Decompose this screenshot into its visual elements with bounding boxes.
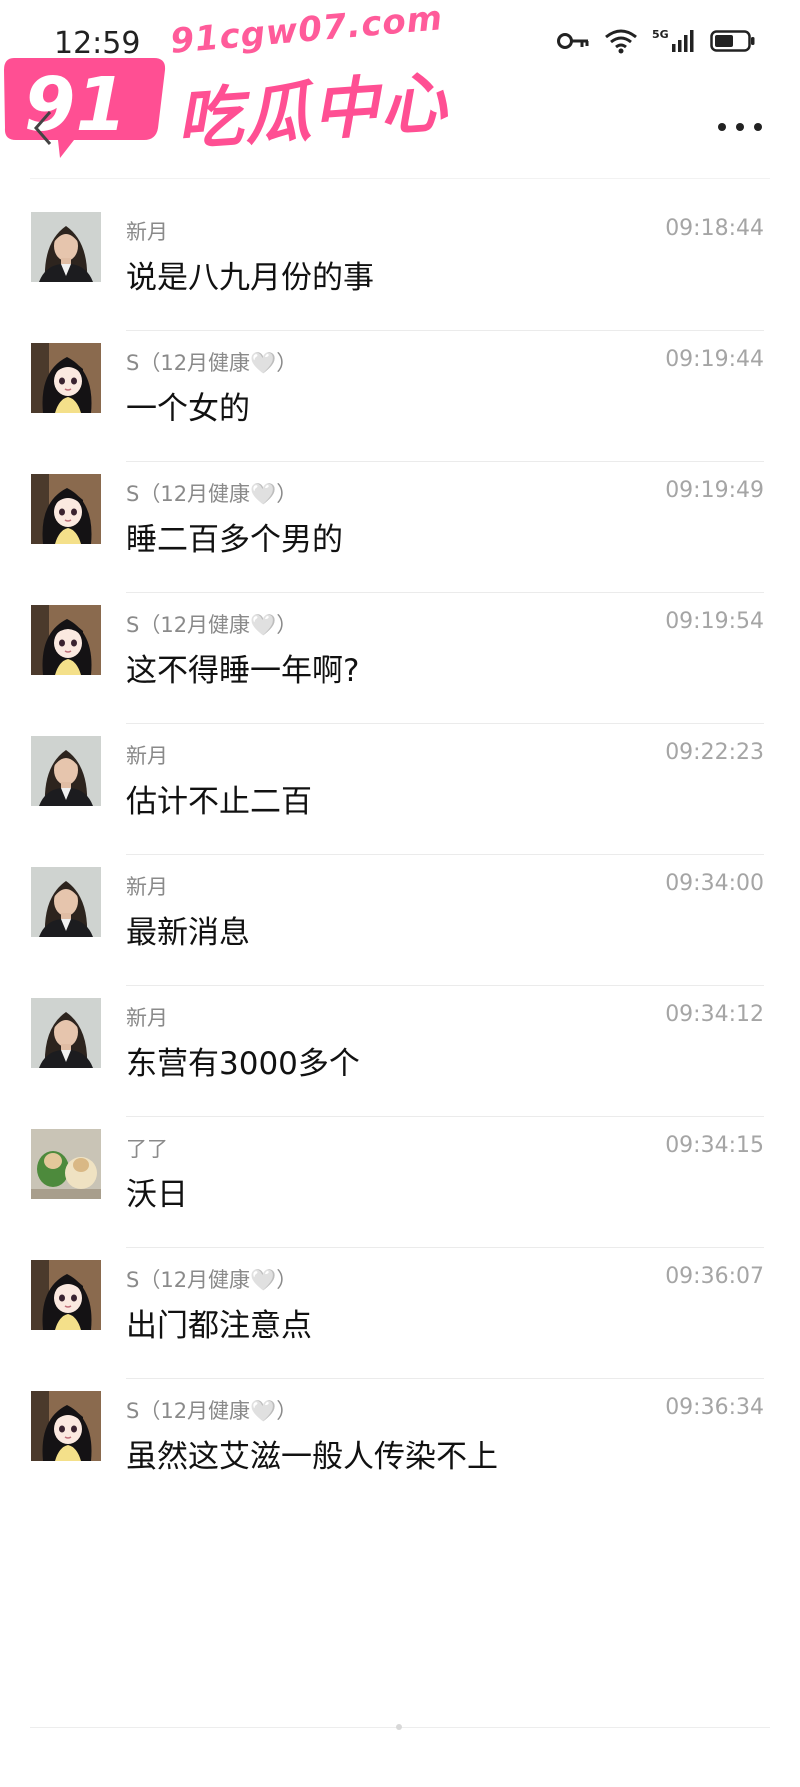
message-divider (126, 592, 764, 593)
message-text: 出门都注意点 (126, 1308, 312, 1344)
sender-name: 新月 (126, 1006, 168, 1030)
message-text: 说是八九月份的事 (126, 260, 374, 296)
message-text: 估计不止二百 (126, 784, 312, 820)
message-time: 09:19:49 (665, 478, 764, 503)
message-time: 09:19:54 (665, 609, 764, 634)
message-item[interactable]: S（12月健康🤍） 09:19:54 这不得睡一年啊? (0, 605, 800, 753)
sender-name: S（12月健康🤍） (126, 613, 298, 637)
message-time: 09:34:00 (665, 871, 764, 896)
message-divider (126, 1116, 764, 1117)
sender-name: S（12月健康🤍） (126, 482, 298, 506)
message-divider (126, 461, 764, 462)
message-text: 虽然这艾滋一般人传染不上 (126, 1439, 498, 1475)
message-item[interactable]: S（12月健康🤍） 09:36:34 虽然这艾滋一般人传染不上 (0, 1391, 800, 1539)
header-divider (30, 178, 770, 179)
message-text: 这不得睡一年啊? (126, 653, 360, 689)
battery-icon (710, 30, 755, 52)
message-divider (126, 985, 764, 986)
more-options-icon[interactable] (716, 120, 764, 134)
status-icons: 5G (556, 28, 756, 54)
sender-name: S（12月健康🤍） (126, 351, 298, 375)
message-divider (126, 854, 764, 855)
message-item[interactable]: 新月 09:34:12 东营有3000多个 (0, 998, 800, 1146)
avatar[interactable] (31, 474, 101, 544)
sender-name: S（12月健康🤍） (126, 1399, 298, 1423)
avatar[interactable] (31, 867, 101, 937)
message-item[interactable]: S（12月健康🤍） 09:36:07 出门都注意点 (0, 1260, 800, 1408)
message-divider (126, 723, 764, 724)
signal-icon: 5G (652, 28, 694, 52)
message-text: 东营有3000多个 (126, 1046, 360, 1082)
message-time: 09:19:44 (665, 347, 764, 372)
avatar[interactable] (31, 605, 101, 675)
sender-name: 新月 (126, 744, 168, 768)
avatar[interactable] (31, 1260, 101, 1330)
network-label: 5G (652, 28, 669, 41)
message-time: 09:34:12 (665, 1002, 764, 1027)
message-item[interactable]: 新月 09:22:23 估计不止二百 (0, 736, 800, 884)
message-text: 一个女的 (126, 391, 250, 427)
message-item[interactable]: S（12月健康🤍） 09:19:44 一个女的 (0, 343, 800, 491)
message-divider (126, 1247, 764, 1248)
sender-name: 新月 (126, 875, 168, 899)
back-icon[interactable] (30, 108, 56, 148)
message-text: 睡二百多个男的 (126, 522, 343, 558)
sender-name: 了了 (126, 1137, 168, 1161)
bottom-dot (396, 1724, 402, 1730)
message-time: 09:36:34 (665, 1395, 764, 1420)
avatar[interactable] (31, 343, 101, 413)
sender-name: S（12月健康🤍） (126, 1268, 298, 1292)
avatar[interactable] (31, 1391, 101, 1461)
message-text: 最新消息 (126, 915, 250, 951)
wifi-icon (605, 29, 637, 54)
message-item[interactable]: S（12月健康🤍） 09:19:49 睡二百多个男的 (0, 474, 800, 622)
message-item[interactable]: 新月 09:34:00 最新消息 (0, 867, 800, 1015)
avatar[interactable] (31, 1129, 101, 1199)
message-time: 09:22:23 (665, 740, 764, 765)
message-text: 沃日 (126, 1177, 188, 1213)
message-time: 09:36:07 (665, 1264, 764, 1289)
message-divider (126, 1378, 764, 1379)
sender-name: 新月 (126, 220, 168, 244)
avatar[interactable] (31, 998, 101, 1068)
message-time: 09:18:44 (665, 216, 764, 241)
message-time: 09:34:15 (665, 1133, 764, 1158)
key-icon (557, 33, 589, 49)
avatar[interactable] (31, 212, 101, 282)
avatar[interactable] (31, 736, 101, 806)
watermark-title: 吃瓜中心 (174, 63, 451, 160)
watermark-logo: 91 (2, 50, 172, 164)
message-item[interactable]: 了了 09:34:15 沃日 (0, 1129, 800, 1277)
message-divider (126, 330, 764, 331)
message-item[interactable]: 新月 09:18:44 说是八九月份的事 (0, 212, 800, 360)
